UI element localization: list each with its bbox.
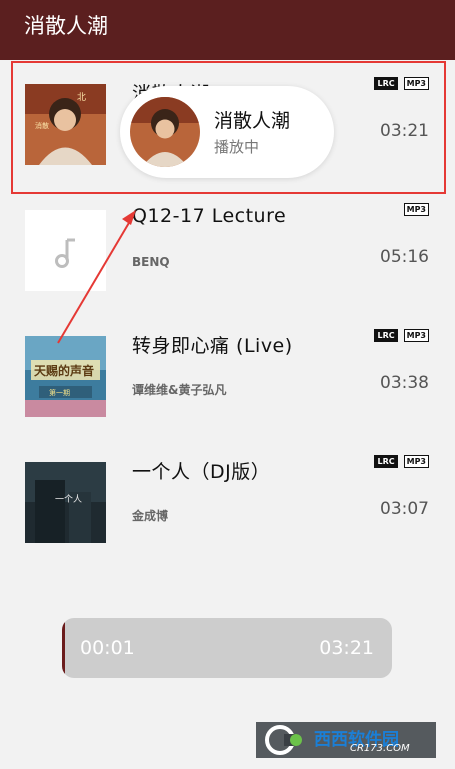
mp3-badge: MP3 xyxy=(403,329,429,342)
now-playing-popup[interactable]: 消散人潮 播放中 xyxy=(120,86,334,178)
mp3-badge: MP3 xyxy=(403,203,429,216)
album-art-night: 一个人 xyxy=(25,462,106,543)
song-duration: 05:16 xyxy=(380,247,429,267)
mini-player[interactable]: 00:01 03:21 xyxy=(62,618,392,678)
watermark-site: CR173.COM xyxy=(350,743,410,754)
popup-album-art xyxy=(130,97,200,167)
song-row-4[interactable]: 一个人 一个人（DJ版） LRC MP3 金成博 03:07 xyxy=(0,440,455,566)
total-time: 03:21 xyxy=(319,637,374,659)
format-badges: LRC MP3 xyxy=(374,329,429,342)
song-artist: 谭维维&黄子弘凡 xyxy=(132,383,227,397)
lrc-badge: LRC xyxy=(374,329,398,342)
site-watermark: 西西软件园 CR173.COM xyxy=(256,722,436,758)
lrc-badge: LRC xyxy=(374,455,398,468)
svg-text:一个人: 一个人 xyxy=(55,494,82,505)
popup-status: 播放中 xyxy=(214,138,260,156)
player-progress-edge xyxy=(62,618,65,678)
song-duration: 03:38 xyxy=(380,373,429,393)
header-title: 消散人潮 xyxy=(24,14,108,38)
song-row-2[interactable]: Q12-17 Lecture MP3 BENQ 05:16 xyxy=(0,188,455,314)
music-note-icon xyxy=(25,210,106,291)
album-art-stage: 天赐的声音 第一期 xyxy=(25,336,106,417)
song-row-3[interactable]: 天赐的声音 第一期 转身即心痛 (Live) LRC MP3 谭维维&黄子弘凡 … xyxy=(0,314,455,440)
song-title: 一个人（DJ版） xyxy=(132,461,271,483)
svg-text:天赐的声音: 天赐的声音 xyxy=(34,363,94,378)
svg-text:第一期: 第一期 xyxy=(49,388,70,397)
mp3-badge: MP3 xyxy=(403,455,429,468)
app-header: 消散人潮 xyxy=(0,0,455,60)
format-badges: LRC MP3 xyxy=(374,455,429,468)
song-title: Q12-17 Lecture xyxy=(132,205,287,227)
song-artist: 金成博 xyxy=(132,509,169,523)
song-duration: 03:07 xyxy=(380,499,429,519)
song-artist: BENQ xyxy=(132,255,170,269)
popup-song-title: 消散人潮 xyxy=(214,110,291,132)
song-title: 转身即心痛 (Live) xyxy=(132,335,293,357)
format-badges: MP3 xyxy=(403,203,429,216)
elapsed-time: 00:01 xyxy=(80,637,135,659)
